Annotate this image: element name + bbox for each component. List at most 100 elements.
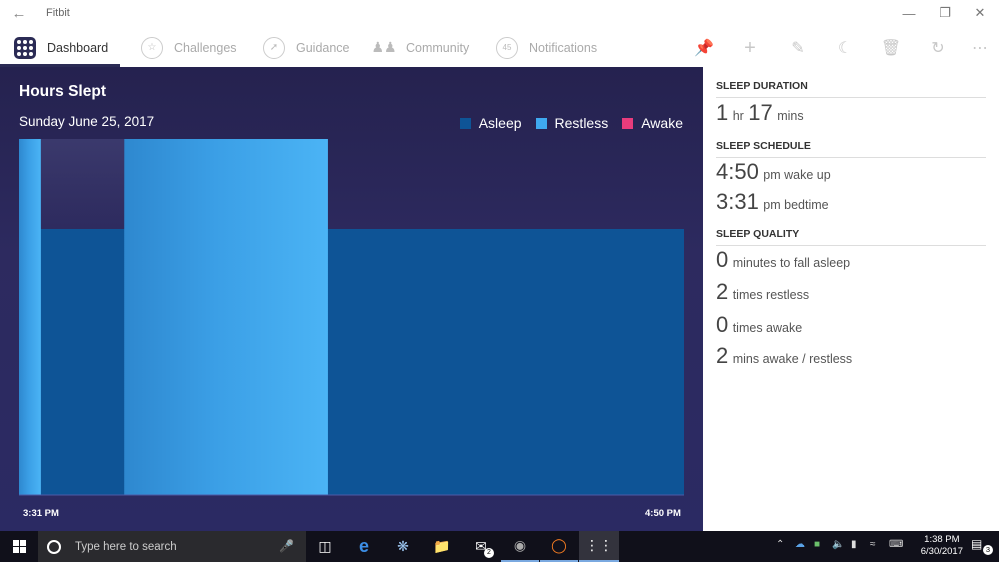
back-button[interactable]: ← bbox=[8, 3, 30, 23]
awake-count-value: 0 bbox=[716, 312, 729, 337]
photo-app[interactable]: ❋ bbox=[384, 531, 422, 562]
chart-legend: Asleep Restless Awake bbox=[446, 115, 683, 131]
task-view-button[interactable]: ◫ bbox=[306, 531, 344, 562]
battery-icon[interactable]: ▮ bbox=[851, 539, 857, 550]
folder-icon: 📁 bbox=[433, 538, 451, 554]
wake-time-label: pm wake up bbox=[763, 168, 831, 182]
nav-community[interactable]: ♟♟ Community bbox=[371, 28, 470, 67]
moon-icon: ☾ bbox=[837, 40, 853, 57]
close-icon: ✕ bbox=[974, 5, 986, 20]
taskbar: Type here to search 🎤 ◫ e ❋ 📁 ✉ 2 ◉ ◯ ⋮⋮… bbox=[0, 531, 999, 562]
quality-fall-asleep: 0 minutes to fall asleep bbox=[716, 247, 850, 273]
show-hidden-icons-button[interactable]: ⌃ bbox=[776, 539, 784, 550]
clock-time: 1:38 PM bbox=[924, 534, 960, 545]
keyboard-icon[interactable]: ⌨ bbox=[889, 539, 903, 550]
asleep-band bbox=[19, 229, 684, 495]
fitbit-icon: ⋮⋮ bbox=[585, 537, 613, 553]
taskbar-clock[interactable]: 1:38 PM 6/30/2017 bbox=[921, 534, 963, 558]
legend-swatch-asleep bbox=[459, 117, 471, 129]
mail-app[interactable]: ✉ 2 bbox=[462, 531, 500, 562]
bedtime-label: pm bedtime bbox=[763, 198, 829, 212]
segment-restless-0[interactable] bbox=[19, 139, 41, 495]
steam-icon: ◉ bbox=[513, 537, 527, 553]
edge-icon: e bbox=[358, 536, 369, 556]
quality-awake: 0 times awake bbox=[716, 312, 802, 338]
legend-restless: Restless bbox=[535, 115, 609, 131]
app-window: ← Fitbit — ❐ ✕ Dashboard ☆ Challenges ➚ … bbox=[0, 0, 999, 562]
firefox-app[interactable]: ◯ bbox=[540, 531, 578, 562]
title-bar: ← Fitbit — ❐ ✕ bbox=[0, 0, 999, 28]
restore-button[interactable]: ❐ bbox=[927, 0, 963, 26]
restless-count-label: times restless bbox=[732, 288, 810, 302]
mail-badge: 2 bbox=[484, 548, 494, 558]
duration-minutes: 17 bbox=[748, 100, 773, 125]
search-placeholder: Type here to search bbox=[75, 540, 177, 553]
sleep-quality-heading: SLEEP QUALITY bbox=[716, 228, 986, 246]
sleep-duration-heading: SLEEP DURATION bbox=[716, 80, 986, 98]
trash-icon: 🗑 bbox=[880, 40, 902, 57]
minimize-button[interactable]: — bbox=[891, 0, 927, 26]
taskbar-search[interactable]: Type here to search 🎤 bbox=[38, 531, 306, 562]
start-button[interactable] bbox=[0, 531, 38, 562]
legend-label-asleep: Asleep bbox=[478, 115, 522, 131]
pencil-icon: ✎ bbox=[791, 40, 805, 57]
tray-app-icon[interactable]: ■ bbox=[814, 539, 820, 550]
nav-community-label: Community bbox=[406, 40, 470, 55]
x-tick-start: 3:31 PM bbox=[23, 508, 59, 519]
pin-button[interactable]: 📌 bbox=[691, 36, 717, 60]
bedtime-value: 3:31 bbox=[716, 189, 759, 214]
sync-button[interactable]: ↻ bbox=[925, 36, 951, 60]
volume-icon[interactable]: 🔈 bbox=[832, 539, 844, 550]
windows-logo-icon bbox=[12, 540, 26, 553]
onedrive-icon[interactable]: ☁ bbox=[795, 539, 805, 550]
legend-label-awake: Awake bbox=[641, 115, 683, 131]
action-center-button[interactable]: ▤ 3 bbox=[971, 537, 993, 555]
legend-swatch-awake bbox=[622, 117, 634, 129]
restless-haze bbox=[40, 139, 125, 229]
segment-restless-2[interactable] bbox=[124, 139, 328, 495]
sleep-button[interactable]: ☾ bbox=[832, 36, 858, 60]
sleep-chart bbox=[19, 139, 684, 496]
cortana-icon bbox=[47, 539, 61, 554]
delete-button[interactable]: 🗑 bbox=[878, 36, 904, 60]
legend-swatch-restless bbox=[535, 117, 547, 129]
photo-icon: ❋ bbox=[397, 538, 409, 554]
edit-button[interactable]: ✎ bbox=[785, 36, 811, 60]
more-button[interactable]: ⋯ bbox=[967, 36, 993, 60]
clock-date: 6/30/2017 bbox=[920, 546, 963, 557]
fitbit-app[interactable]: ⋮⋮ bbox=[579, 531, 619, 562]
restore-icon: ❐ bbox=[939, 5, 951, 20]
nav-challenges[interactable]: ☆ Challenges bbox=[141, 28, 237, 67]
legend-asleep: Asleep bbox=[459, 115, 522, 131]
nav-guidance[interactable]: ➚ Guidance bbox=[263, 28, 350, 67]
nav-guidance-label: Guidance bbox=[296, 40, 350, 55]
duration-hours: 1 bbox=[716, 100, 729, 125]
duration-hours-unit: hr bbox=[732, 109, 744, 123]
minimize-icon: — bbox=[902, 5, 916, 21]
legend-awake: Awake bbox=[622, 115, 683, 131]
legend-label-restless: Restless bbox=[554, 115, 609, 131]
edge-app[interactable]: e bbox=[345, 531, 383, 562]
guidance-icon: ➚ bbox=[263, 36, 285, 59]
notification-count: 3 bbox=[983, 545, 993, 555]
fall-asleep-value: 0 bbox=[716, 247, 729, 272]
challenges-icon: ☆ bbox=[141, 36, 163, 59]
add-button[interactable]: + bbox=[737, 36, 763, 60]
file-explorer-app[interactable]: 📁 bbox=[423, 531, 461, 562]
microphone-icon[interactable]: 🎤 bbox=[279, 539, 294, 553]
dashboard-icon bbox=[14, 36, 36, 59]
mins-awake-value: 2 bbox=[716, 343, 729, 368]
nav-dashboard[interactable]: Dashboard bbox=[14, 28, 108, 67]
app-title: Fitbit bbox=[46, 7, 70, 19]
steam-app[interactable]: ◉ bbox=[501, 531, 539, 562]
top-nav: Dashboard ☆ Challenges ➚ Guidance ♟♟ Com… bbox=[0, 28, 999, 67]
chart-title: Hours Slept bbox=[19, 83, 106, 100]
notification-icon: ▤ bbox=[971, 537, 983, 551]
nav-notifications[interactable]: 45 Notifications bbox=[496, 28, 597, 67]
mins-awake-label: mins awake / restless bbox=[732, 352, 853, 366]
wifi-icon[interactable]: ≈ bbox=[870, 539, 876, 550]
notifications-icon: 45 bbox=[496, 36, 518, 59]
bedtime: 3:31 pm bedtime bbox=[716, 189, 829, 215]
nav-challenges-label: Challenges bbox=[174, 40, 237, 55]
close-button[interactable]: ✕ bbox=[962, 0, 998, 26]
